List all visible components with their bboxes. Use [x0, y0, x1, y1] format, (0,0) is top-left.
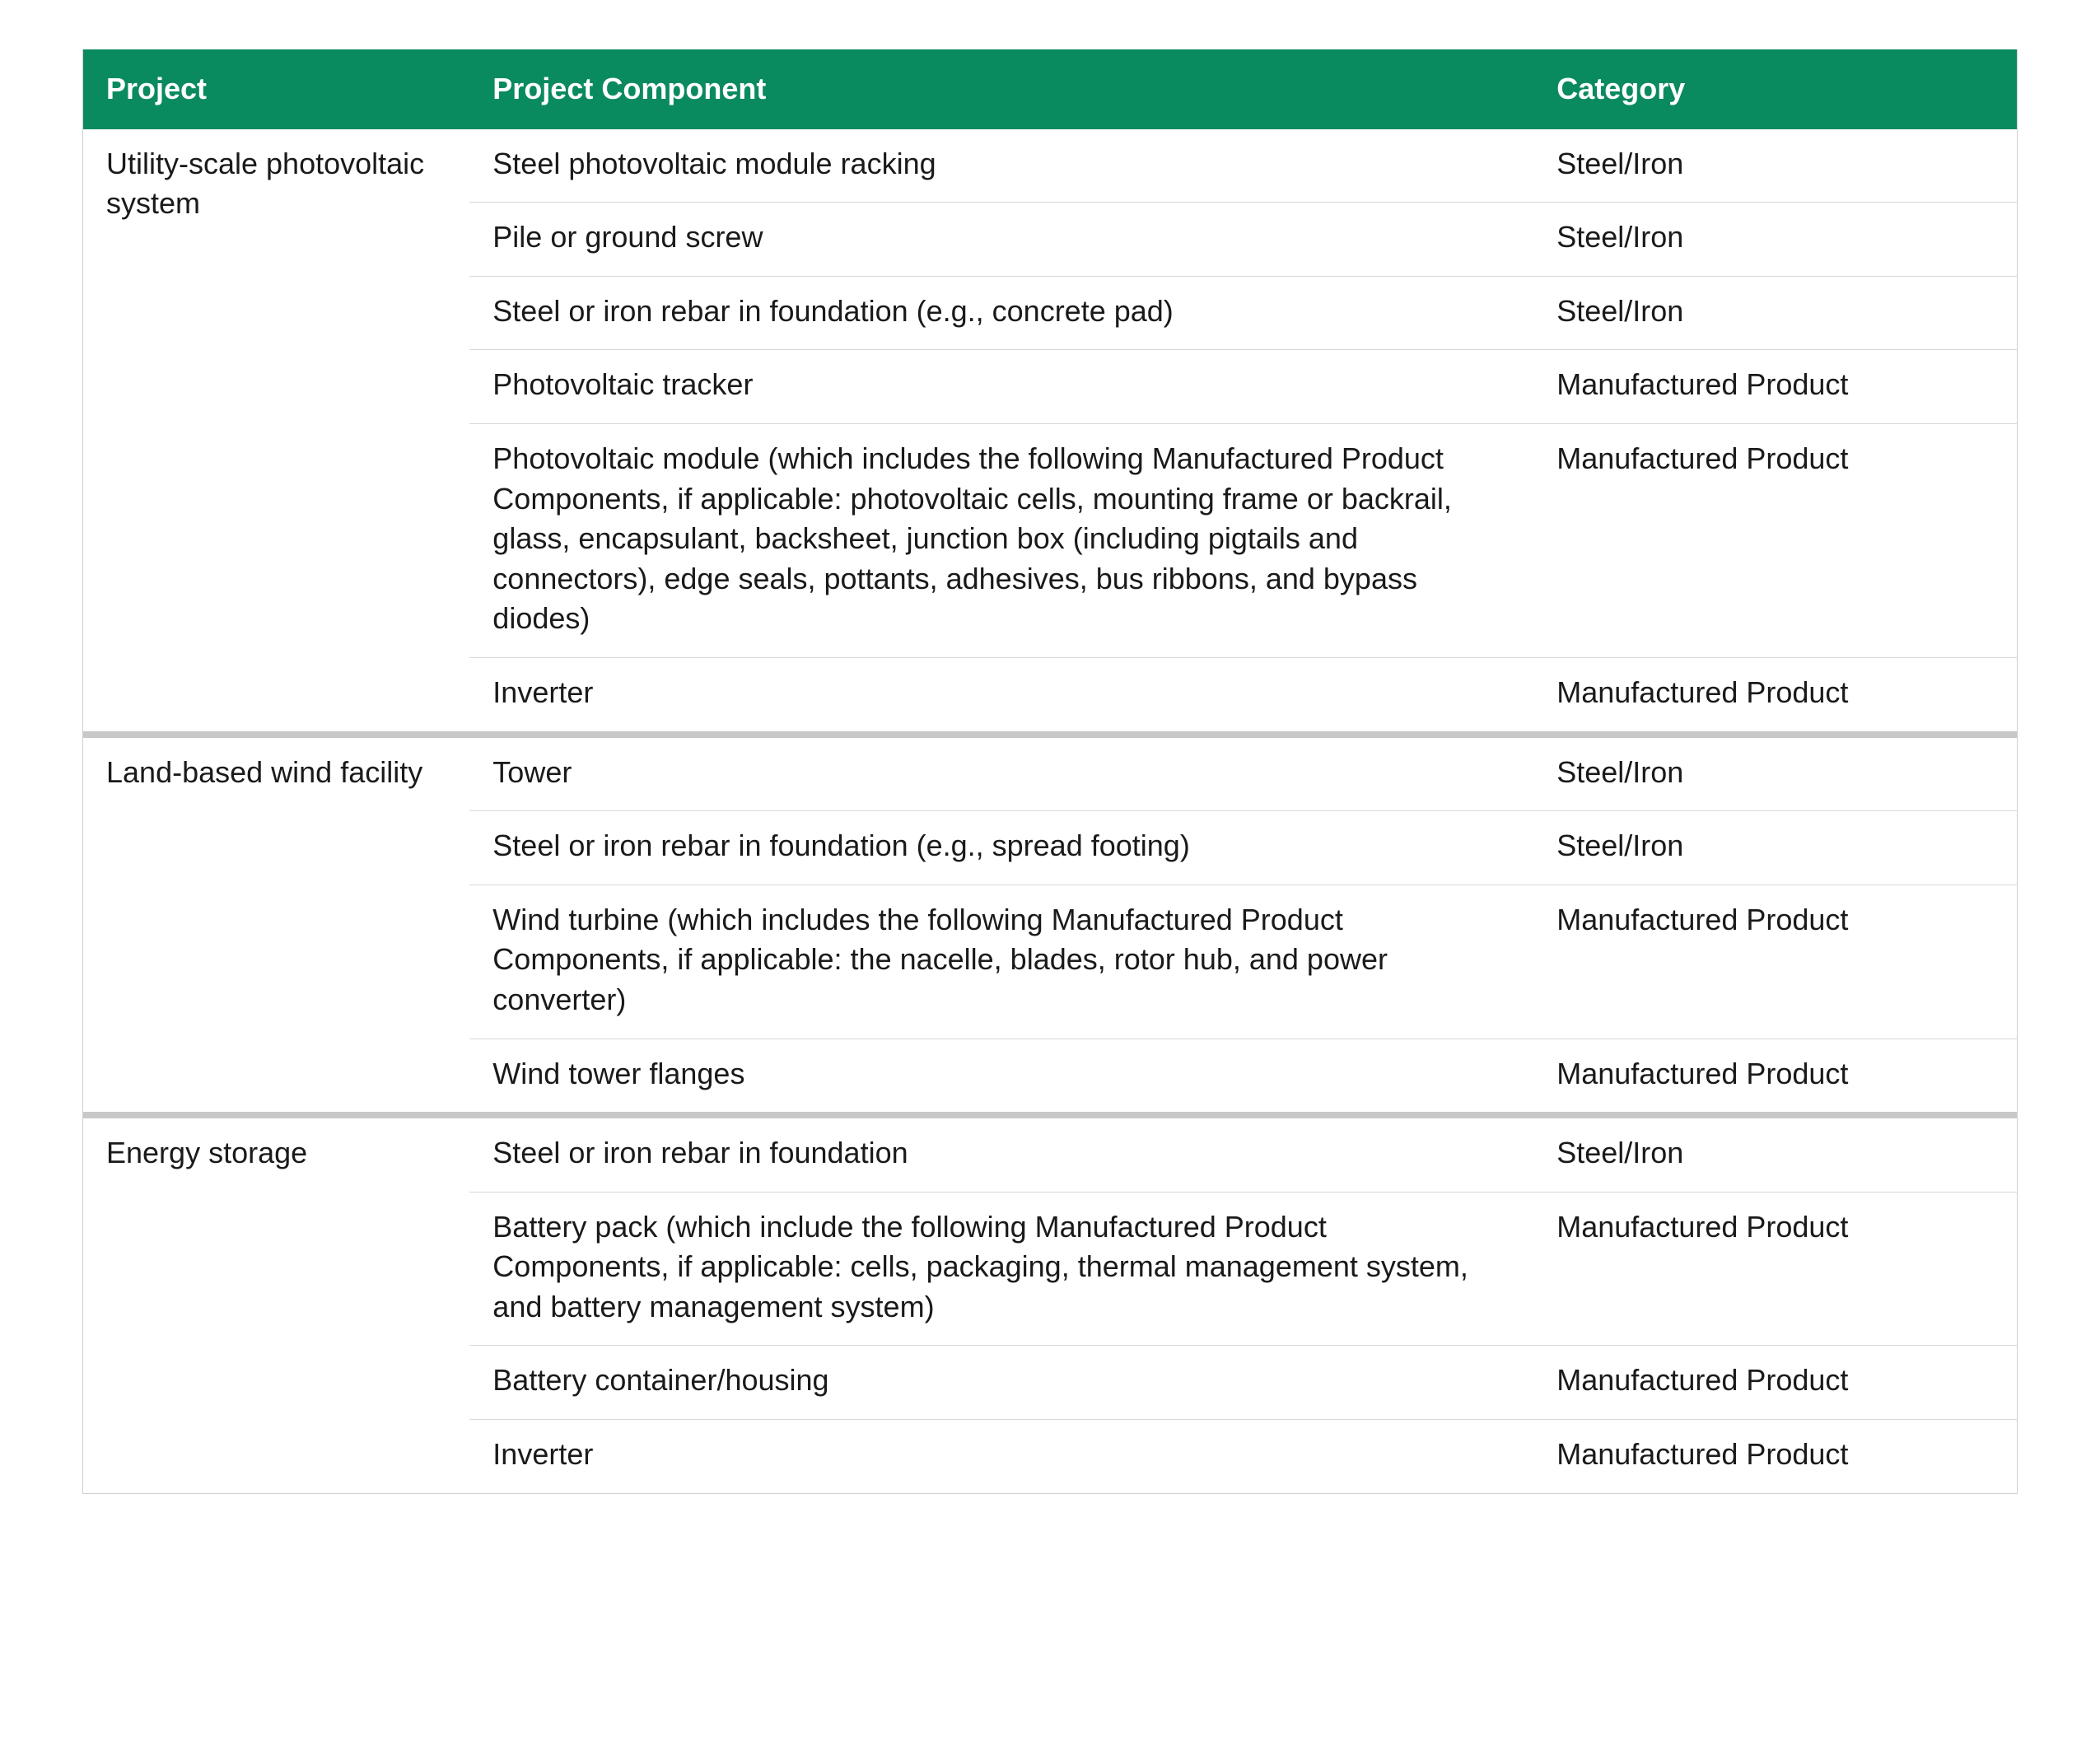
component-cell: Steel or iron rebar in foundation (e.g.,… [469, 276, 1533, 350]
component-cell: Photovoltaic module (which includes the … [469, 423, 1533, 657]
table-row: Utility-scale photovoltaic systemSteel p… [83, 129, 2018, 203]
component-cell: Steel or iron rebar in foundation (e.g.,… [469, 811, 1533, 885]
category-cell: Steel/Iron [1533, 129, 2017, 203]
component-cell: Battery container/housing [469, 1346, 1533, 1420]
table-row: Energy storageSteel or iron rebar in fou… [83, 1118, 2018, 1192]
category-cell: Manufactured Product [1533, 885, 2017, 1039]
divider-cell [83, 1112, 2018, 1118]
component-cell: Photovoltaic tracker [469, 350, 1533, 424]
category-cell: Steel/Iron [1533, 1118, 2017, 1192]
component-cell: Steel or iron rebar in foundation [469, 1118, 1533, 1192]
category-cell: Manufactured Product [1533, 1346, 2017, 1420]
component-cell: Battery pack (which include the followin… [469, 1192, 1533, 1346]
component-cell: Tower [469, 738, 1533, 811]
category-cell: Steel/Iron [1533, 811, 2017, 885]
table-row: Land-based wind facilityTowerSteel/Iron [83, 738, 2018, 811]
project-name-cell: Utility-scale photovoltaic system [83, 129, 470, 731]
group-divider [83, 1112, 2018, 1118]
category-cell: Steel/Iron [1533, 203, 2017, 277]
component-cell: Steel photovoltaic module racking [469, 129, 1533, 203]
category-cell: Manufactured Product [1533, 1192, 2017, 1346]
project-name-cell: Land-based wind facility [83, 738, 470, 1113]
header-component: Project Component [469, 49, 1533, 129]
category-cell: Manufactured Product [1533, 1420, 2017, 1494]
component-cell: Inverter [469, 1420, 1533, 1494]
header-category: Category [1533, 49, 2017, 129]
category-cell: Manufactured Product [1533, 350, 2017, 424]
component-cell: Pile or ground screw [469, 203, 1533, 277]
category-cell: Steel/Iron [1533, 276, 2017, 350]
category-cell: Steel/Iron [1533, 738, 2017, 811]
component-cell: Inverter [469, 657, 1533, 730]
header-project: Project [83, 49, 470, 129]
group-divider [83, 731, 2018, 738]
project-name-cell: Energy storage [83, 1118, 470, 1493]
components-table: Project Project Component Category Utili… [82, 49, 2018, 1494]
category-cell: Manufactured Product [1533, 657, 2017, 730]
divider-cell [83, 731, 2018, 738]
header-row: Project Project Component Category [83, 49, 2018, 129]
component-cell: Wind tower flanges [469, 1039, 1533, 1112]
category-cell: Manufactured Product [1533, 423, 2017, 657]
component-cell: Wind turbine (which includes the followi… [469, 885, 1533, 1039]
category-cell: Manufactured Product [1533, 1039, 2017, 1112]
